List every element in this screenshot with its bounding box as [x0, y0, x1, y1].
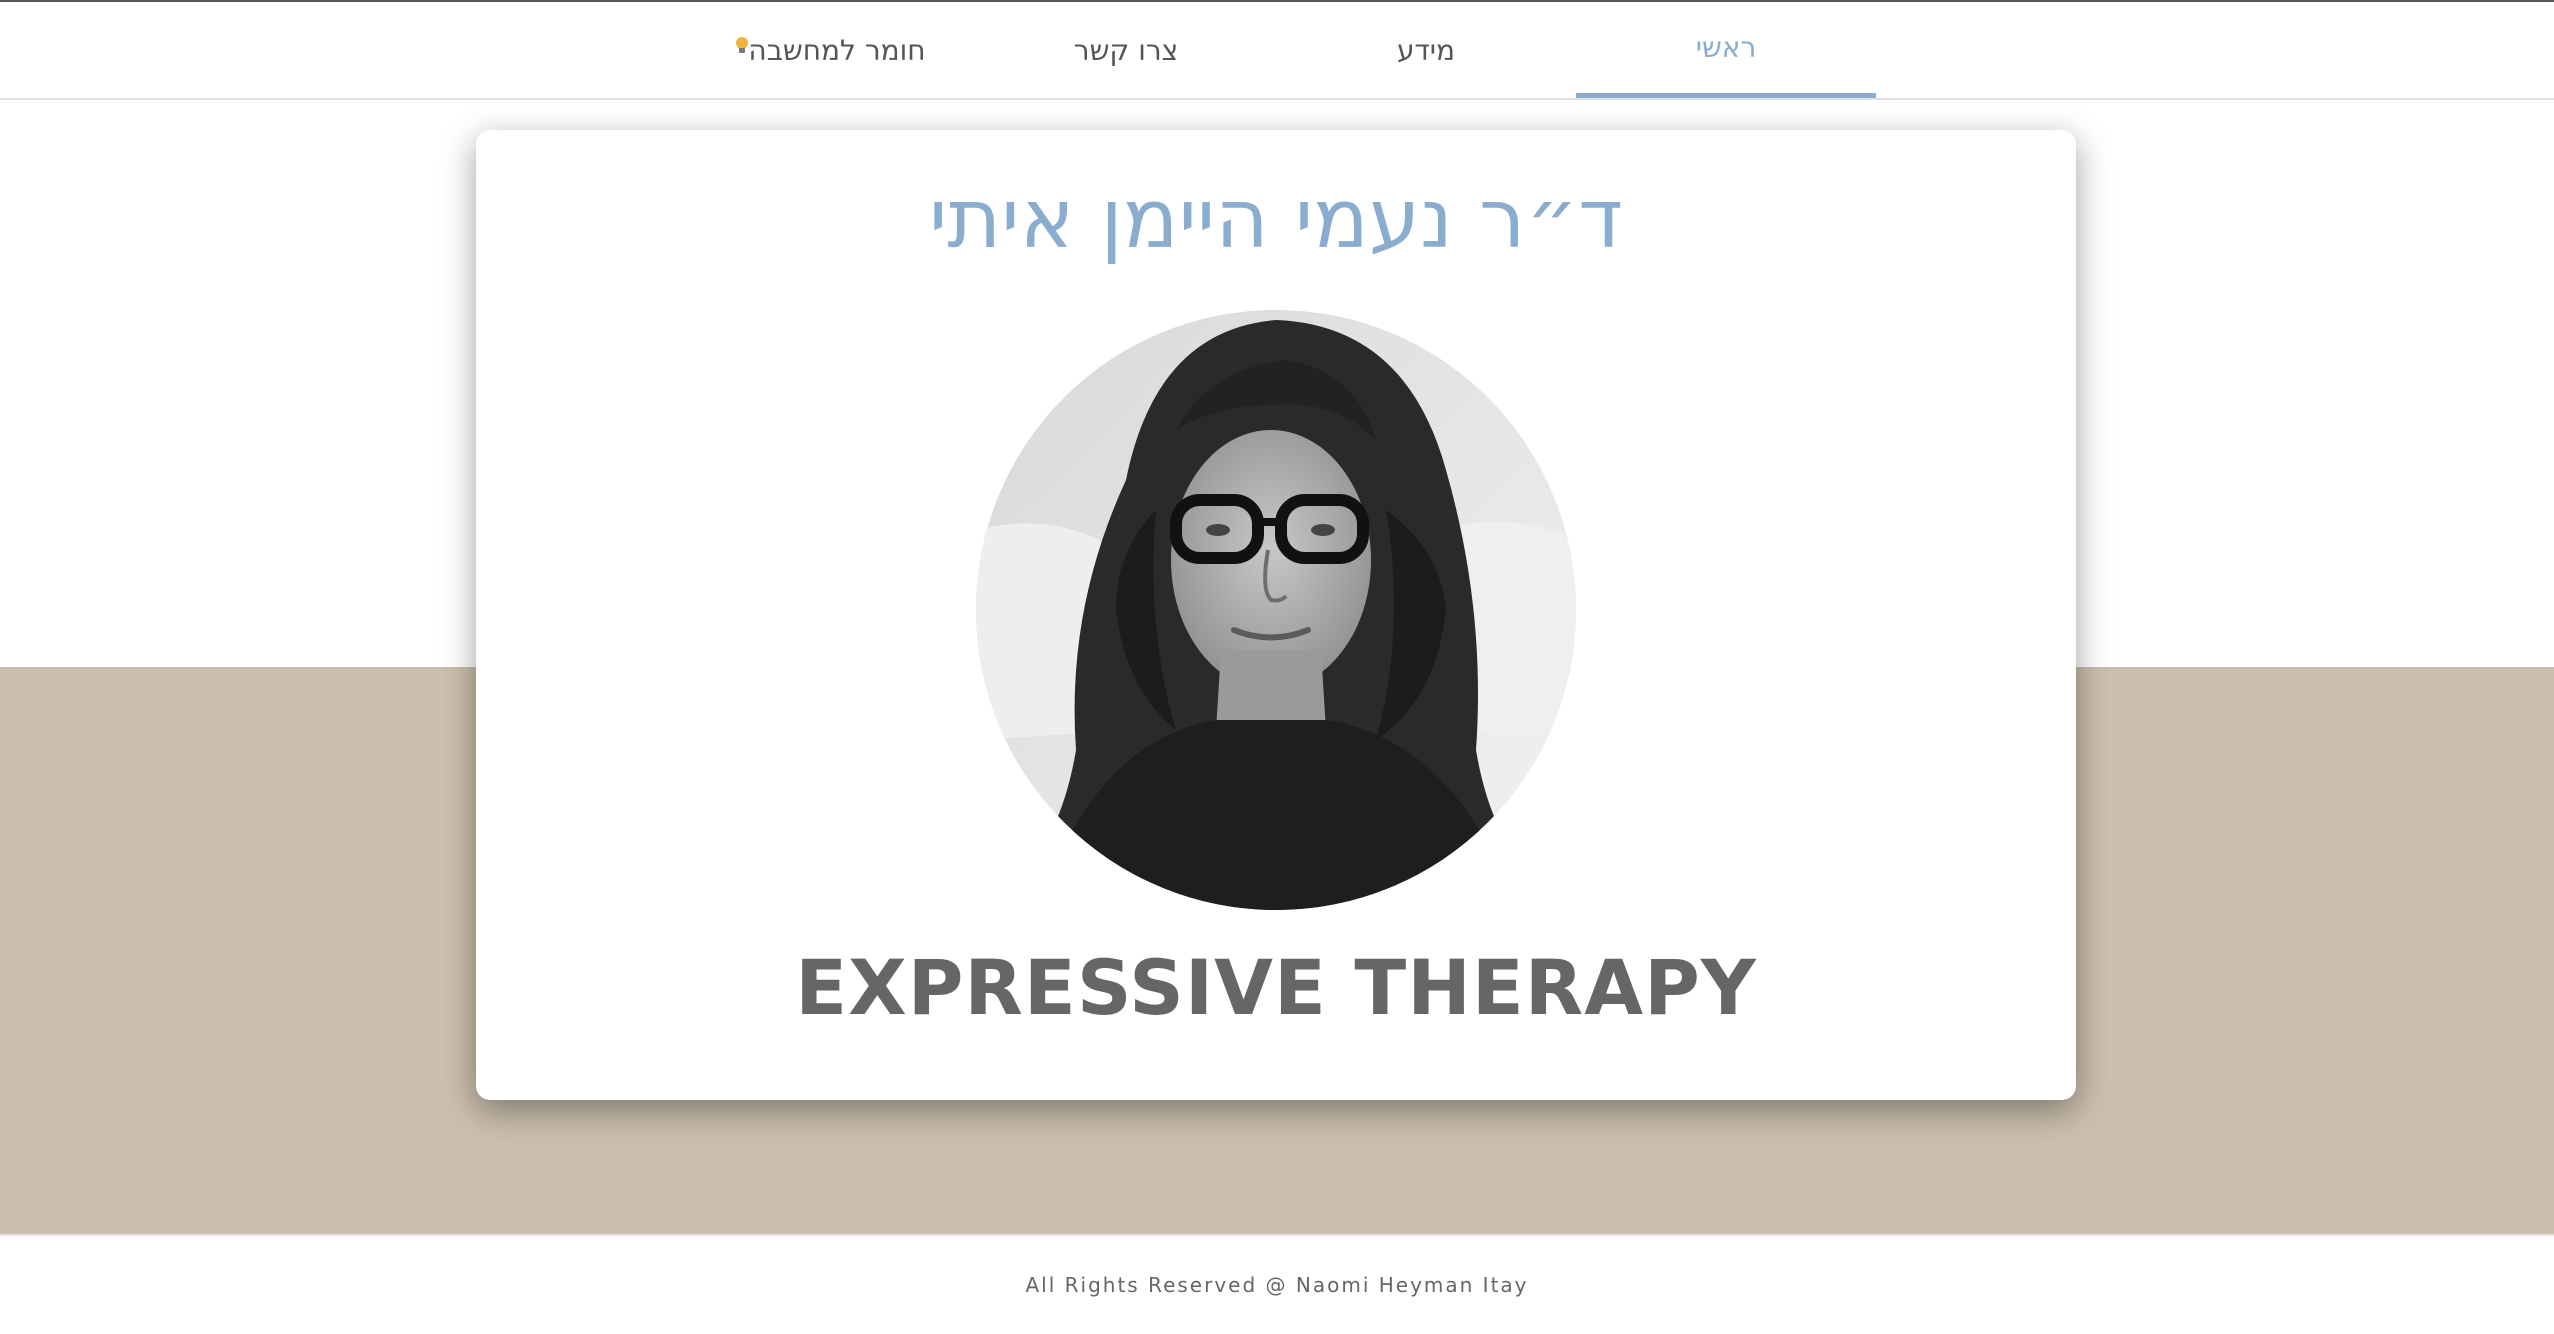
- nav-home-label: ראשי: [1695, 31, 1757, 64]
- portrait-photo: [976, 310, 1576, 910]
- hero-card: ד״ר נעמי היימן איתי EXPRESSIVE THERAPY: [476, 130, 2076, 1100]
- nav-info[interactable]: מידע: [1276, 2, 1576, 98]
- page-title: ד״ר נעמי היימן איתי: [929, 172, 1623, 267]
- therapy-heading: EXPRESSIVE THERAPY: [795, 943, 1757, 1032]
- nav-contact[interactable]: צרו קשר: [976, 2, 1276, 98]
- nav-food-for-thought[interactable]: חומר למחשבה: [676, 2, 976, 98]
- top-nav: ראשי מידע צרו קשר חומר למחשבה: [0, 2, 2554, 100]
- nav-home[interactable]: ראשי: [1576, 2, 1876, 98]
- copyright-text: All Rights Reserved @ Naomi Heyman Itay: [1025, 1273, 1529, 1297]
- nav-contact-label: צרו קשר: [1073, 33, 1179, 67]
- nav-food-for-thought-label: חומר למחשבה: [748, 33, 926, 67]
- nav-info-label: מידע: [1396, 33, 1456, 67]
- lightbulb-icon: [736, 37, 749, 53]
- footer: All Rights Reserved @ Naomi Heyman Itay: [0, 1236, 2554, 1334]
